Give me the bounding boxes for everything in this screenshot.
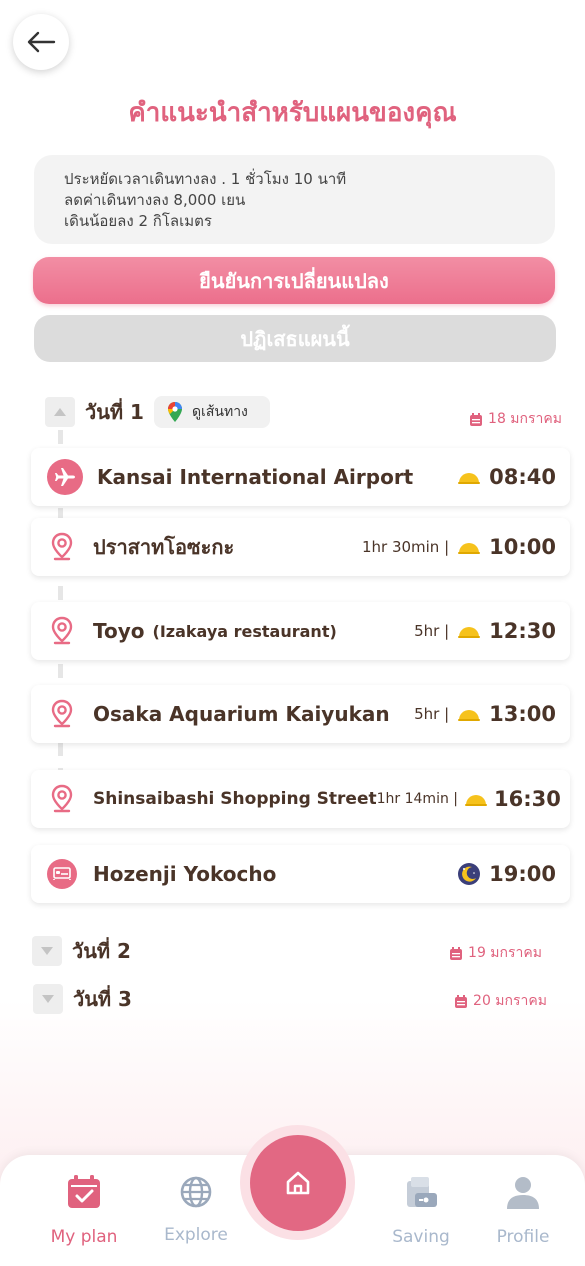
day-1-date: 18 มกราคม: [470, 408, 562, 430]
stop-duration: 1hr 14min |: [376, 791, 458, 807]
bed-icon: [47, 859, 77, 889]
stop-card[interactable]: Toyo (Izakaya restaurant) 5hr | 12:30: [31, 602, 570, 660]
home-icon: [286, 1171, 309, 1194]
day-3-label: วันที่ 3: [73, 987, 132, 1011]
nav-saving-label: Saving: [392, 1227, 450, 1247]
globe-icon: [180, 1176, 212, 1208]
moon-icon: [458, 863, 481, 885]
view-route-label: ดูเส้นทาง: [191, 404, 248, 420]
day-2-label: วันที่ 2: [72, 939, 131, 963]
sun-icon: [458, 710, 481, 721]
airplane-icon: [47, 459, 83, 495]
stop-card[interactable]: Hozenji Yokocho 19:00: [31, 845, 570, 903]
day-2-date: 19 มกราคม: [450, 942, 542, 964]
sun-icon: [458, 543, 481, 554]
stop-time: 12:30: [489, 619, 556, 643]
stop-name: Kansai International Airport: [97, 465, 414, 489]
google-maps-pin-icon: [167, 402, 182, 422]
stop-card[interactable]: Kansai International Airport 08:40: [31, 448, 570, 506]
stop-card[interactable]: ปราสาทโอซะกะ 1hr 30min | 10:00: [31, 518, 570, 576]
nav-profile[interactable]: Profile: [482, 1155, 564, 1247]
day-3-date-label: 20 มกราคม: [473, 993, 547, 1009]
nav-saving[interactable]: Saving: [380, 1155, 462, 1247]
sun-icon: [465, 795, 487, 806]
stop-time: 19:00: [489, 862, 556, 886]
summary-time-saved: ประหยัดเวลาเดินทางลง . 1 ชั่วโมง 10 นาที: [64, 170, 347, 188]
collapse-day-1-button[interactable]: [45, 397, 75, 427]
arrow-left-icon: [27, 31, 56, 53]
stop-subtitle: (Izakaya restaurant): [152, 621, 337, 641]
home-button-ring: [240, 1125, 355, 1240]
summary-cost-saved: ลดค่าเดินทางลง 8,000 เยน: [64, 191, 246, 209]
stop-time: 10:00: [489, 535, 556, 559]
confirm-changes-button[interactable]: ยืนยันการเปลี่ยนแปลง: [33, 257, 555, 304]
expand-day-2-button[interactable]: [32, 936, 62, 966]
day-2-header[interactable]: วันที่ 2: [32, 935, 131, 967]
expand-day-3-button[interactable]: [33, 984, 63, 1014]
sun-icon: [458, 473, 481, 484]
location-pin-icon: [51, 784, 73, 813]
stop-name: Shinsaibashi Shopping Street: [93, 789, 377, 809]
stop-duration: 1hr 30min |: [361, 538, 450, 556]
day-3-header[interactable]: วันที่ 3: [33, 983, 132, 1015]
day-1-label: วันที่ 1: [85, 400, 144, 424]
nav-my-plan-label: My plan: [50, 1227, 118, 1247]
caret-down-icon: [41, 947, 53, 955]
nav-explore[interactable]: Explore: [152, 1155, 240, 1245]
stop-card[interactable]: Shinsaibashi Shopping Street 1hr 14min |…: [31, 770, 570, 828]
savings-summary: ประหยัดเวลาเดินทางลง . 1 ชั่วโมง 10 นาที…: [34, 155, 555, 244]
stop-duration: 5hr |: [414, 705, 450, 723]
nav-explore-label: Explore: [164, 1225, 228, 1245]
stop-name: Hozenji Yokocho: [93, 862, 277, 886]
stop-name: Toyo: [93, 619, 145, 643]
location-pin-icon: [51, 616, 73, 645]
calendar-icon: [470, 412, 483, 426]
stop-card[interactable]: Osaka Aquarium Kaiyukan 5hr | 13:00: [31, 685, 570, 743]
home-button[interactable]: [249, 1134, 346, 1231]
day-2-date-label: 19 มกราคม: [468, 945, 542, 961]
day-1-date-label: 18 มกราคม: [488, 411, 562, 427]
sun-icon: [458, 627, 481, 638]
location-pin-icon: [51, 532, 73, 561]
stop-name: ปราสาทโอซะกะ: [93, 535, 235, 559]
user-icon: [507, 1177, 539, 1209]
view-route-button[interactable]: ดูเส้นทาง: [153, 396, 270, 428]
caret-up-icon: [54, 408, 66, 416]
stop-duration: 5hr |: [414, 622, 450, 640]
calendar-icon: [450, 946, 463, 960]
nav-my-plan[interactable]: My plan: [40, 1155, 128, 1247]
stop-time: 13:00: [489, 702, 556, 726]
location-pin-icon: [51, 699, 73, 728]
back-button[interactable]: [13, 14, 69, 70]
stop-time: 16:30: [494, 787, 561, 811]
nav-profile-label: Profile: [496, 1227, 550, 1247]
calendar-icon: [455, 994, 468, 1008]
reject-plan-button[interactable]: ปฏิเสธแผนนี้: [34, 315, 556, 362]
stop-name: Osaka Aquarium Kaiyukan: [93, 702, 390, 726]
wallet-icon: [407, 1177, 437, 1207]
day-1-header: วันที่ 1 ดูเส้นทาง: [45, 396, 270, 428]
caret-down-icon: [42, 995, 54, 1003]
stop-time: 08:40: [489, 465, 556, 489]
day-3-date: 20 มกราคม: [455, 990, 547, 1012]
page-title: คำแนะนำสำหรับแผนของคุณ: [128, 98, 457, 128]
calendar-check-icon: [68, 1175, 100, 1208]
summary-walk-reduced: เดินน้อยลง 2 กิโลเมตร: [64, 212, 212, 230]
